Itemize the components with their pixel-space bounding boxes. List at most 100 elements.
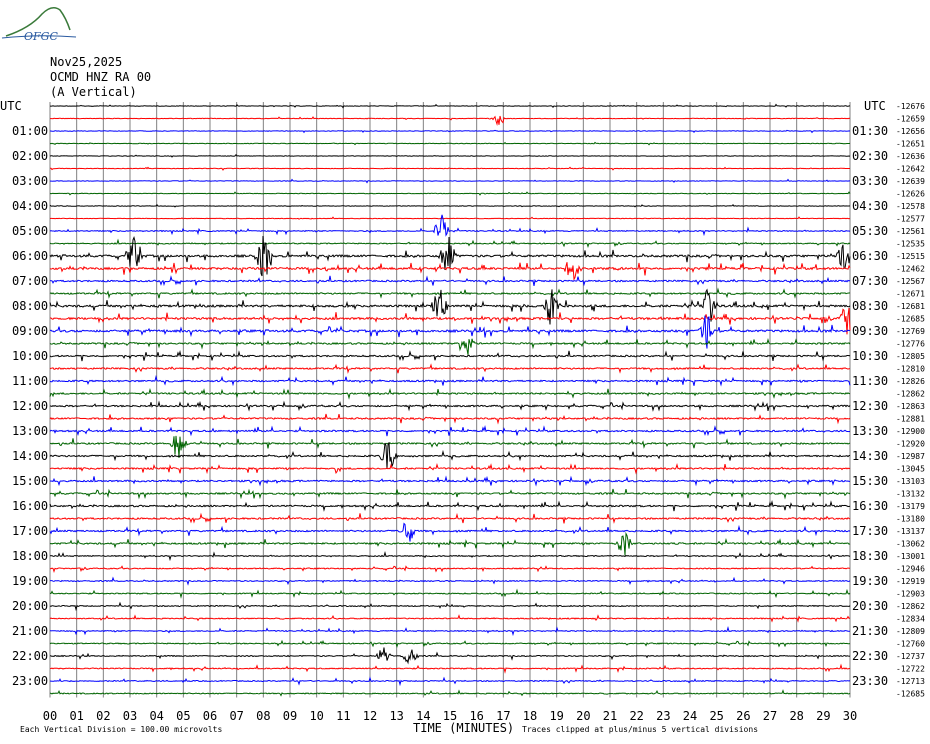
trace-count-label: -12676: [896, 102, 925, 111]
scale-note: Each Vertical Division = 100.00 microvol…: [20, 725, 222, 734]
trace-count-label: -13045: [896, 465, 925, 474]
x-tick-label: 22: [629, 709, 643, 723]
trace-count-label: -12987: [896, 452, 925, 461]
left-hour-label: 18:00: [12, 549, 48, 563]
right-hour-label: 09:30: [852, 324, 888, 338]
left-hour-label: 04:00: [12, 199, 48, 213]
trace-count-label: -12515: [896, 252, 925, 261]
right-utc-label: UTC: [864, 99, 886, 113]
trace-count-label: -12776: [896, 340, 925, 349]
x-tick-label: 13: [389, 709, 403, 723]
right-hour-label: 02:30: [852, 149, 888, 163]
right-hour-label: 20:30: [852, 599, 888, 613]
left-hour-label: 21:00: [12, 624, 48, 638]
right-hour-label: 16:30: [852, 499, 888, 513]
trace-count-label: -12722: [896, 665, 925, 674]
x-tick-label: 23: [656, 709, 670, 723]
x-tick-label: 06: [203, 709, 217, 723]
left-hour-label: 10:00: [12, 349, 48, 363]
trace-count-label: -12919: [896, 577, 925, 586]
x-tick-label: 27: [763, 709, 777, 723]
left-hour-labels: 01:00 02:00 03:00 04:00 05:00 06:00 07:00 08:00…: [12, 124, 48, 688]
x-axis-title: TIME (MINUTES): [413, 721, 514, 735]
left-hour-label: 05:00: [12, 224, 48, 238]
x-tick-label: 18: [523, 709, 537, 723]
x-tick-label: 20: [576, 709, 590, 723]
trace-count-label: -12535: [896, 240, 925, 249]
trace-count-labels: -12676 -12659 -12656 -12651 -12636 -12642 -126…: [896, 102, 925, 699]
left-hour-label: 12:00: [12, 399, 48, 413]
right-hour-label: 03:30: [852, 174, 888, 188]
left-hour-label: 02:00: [12, 149, 48, 163]
right-hour-label: 08:30: [852, 299, 888, 313]
trace-count-label: -12636: [896, 152, 925, 161]
left-hour-label: 09:00: [12, 324, 48, 338]
left-hour-label: 14:00: [12, 449, 48, 463]
right-hour-label: 14:30: [852, 449, 888, 463]
right-hour-label: 06:30: [852, 249, 888, 263]
trace-count-label: -12671: [896, 290, 925, 299]
trace-count-label: -12903: [896, 590, 925, 599]
trace-count-label: -12900: [896, 427, 925, 436]
left-hour-label: 15:00: [12, 474, 48, 488]
trace-count-label: -12567: [896, 277, 925, 286]
trace-count-label: -12685: [896, 315, 925, 324]
trace-count-label: -12862: [896, 602, 925, 611]
x-tick-label: 05: [176, 709, 190, 723]
right-hour-label: 01:30: [852, 124, 888, 138]
x-tick-label: 01: [69, 709, 83, 723]
x-tick-label: 09: [283, 709, 297, 723]
trace-count-label: -13179: [896, 502, 925, 511]
left-hour-label: 08:00: [12, 299, 48, 313]
left-hour-label: 20:00: [12, 599, 48, 613]
right-hour-labels: 01:30 02:30 03:30 04:30 05:30 06:30 07:30 08:30…: [852, 124, 888, 688]
trace-count-label: -12651: [896, 140, 925, 149]
x-tick-label: 12: [363, 709, 377, 723]
left-utc-label: UTC: [0, 99, 22, 113]
x-tick-label: 04: [149, 709, 163, 723]
trace-count-label: -12681: [896, 302, 925, 311]
trace-count-label: -13137: [896, 527, 925, 536]
x-tick-label: 03: [123, 709, 137, 723]
trace-count-label: -12769: [896, 327, 925, 336]
right-hour-label: 12:30: [852, 399, 888, 413]
left-hour-label: 13:00: [12, 424, 48, 438]
x-tick-label: 21: [603, 709, 617, 723]
trace-count-label: -12626: [896, 190, 925, 199]
left-hour-label: 07:00: [12, 274, 48, 288]
trace-count-label: -12862: [896, 390, 925, 399]
x-tick-label: 28: [789, 709, 803, 723]
trace-count-label: -12642: [896, 165, 925, 174]
trace-count-label: -12578: [896, 202, 925, 211]
seismogram-helicorder: 01:00 02:00 03:00 04:00 05:00 06:00 07:00 08:00…: [0, 99, 925, 735]
x-tick-label: 24: [683, 709, 697, 723]
left-hour-label: 16:00: [12, 499, 48, 513]
right-hour-label: 05:30: [852, 224, 888, 238]
x-tick-label: 30: [843, 709, 857, 723]
right-hour-label: 13:30: [852, 424, 888, 438]
trace-count-label: -12863: [896, 402, 925, 411]
left-hour-label: 17:00: [12, 524, 48, 538]
grid-lines: [49, 102, 851, 698]
trace-count-label: -12713: [896, 677, 925, 686]
left-hour-label: 22:00: [12, 649, 48, 663]
clip-note: Traces clipped at plus/minus 5 vertical …: [522, 725, 758, 734]
trace-count-label: -12561: [896, 227, 925, 236]
trace-count-label: -12760: [896, 640, 925, 649]
left-hour-label: 23:00: [12, 674, 48, 688]
trace-count-label: -12809: [896, 627, 925, 636]
right-hour-label: 11:30: [852, 374, 888, 388]
x-tick-label: 02: [96, 709, 110, 723]
right-hour-label: 04:30: [852, 199, 888, 213]
left-hour-label: 11:00: [12, 374, 48, 388]
trace-count-label: -12946: [896, 565, 925, 574]
trace-count-label: -12810: [896, 365, 925, 374]
right-hour-label: 18:30: [852, 549, 888, 563]
trace-count-label: -12920: [896, 440, 925, 449]
right-hour-label: 17:30: [852, 524, 888, 538]
x-tick-label: 19: [549, 709, 563, 723]
right-hour-label: 15:30: [852, 474, 888, 488]
trace-count-label: -12737: [896, 652, 925, 661]
trace-count-label: -12826: [896, 377, 925, 386]
trace-count-label: -13180: [896, 515, 925, 524]
